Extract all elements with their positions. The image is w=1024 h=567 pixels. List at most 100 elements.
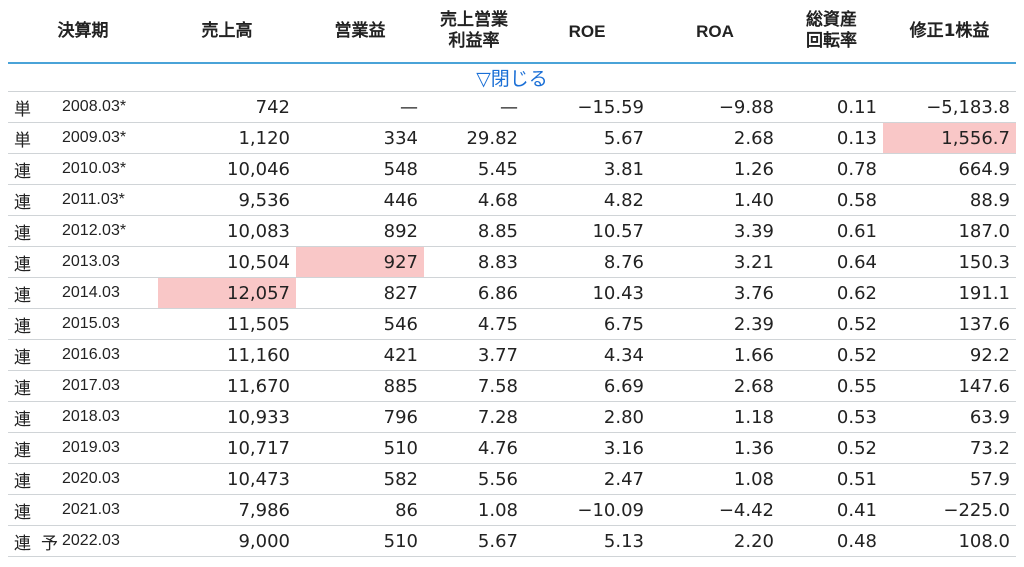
- cell-fiscal-period: 2020.03: [50, 463, 158, 495]
- cell-fiscal-period: 2019.03: [50, 432, 158, 464]
- consolidation-type-label: 連: [14, 223, 31, 244]
- table-row: 単 2009.03* 1,120 334 29.82 5.67 2.68 0.13 1,556.…: [8, 122, 1016, 154]
- header-row: 決算期 売上高 営業益 売上営業 利益率 ROE ROA 総資産 回転率 修正1…: [8, 0, 1016, 64]
- cell-roe: 8.76: [524, 246, 650, 278]
- cell-eps: 1,556.7: [883, 122, 1016, 154]
- cell-sales: 7,986: [158, 494, 296, 526]
- cell-sales: 10,083: [158, 215, 296, 247]
- cell-roe: 3.16: [524, 432, 650, 464]
- cell-sales: 9,536: [158, 184, 296, 216]
- cell-sales: 10,046: [158, 153, 296, 185]
- cell-op-margin: 5.56: [424, 463, 524, 495]
- cell-op-margin: —: [424, 91, 524, 123]
- cell-asset-turnover: 0.61: [780, 215, 883, 247]
- cell-roa: 2.68: [650, 122, 780, 154]
- cell-roe: 6.75: [524, 308, 650, 340]
- cell-roa: 1.40: [650, 184, 780, 216]
- header-period: 決算期: [8, 0, 158, 64]
- cell-asset-turnover: 0.48: [780, 525, 883, 557]
- cell-eps: 63.9: [883, 401, 1016, 433]
- cell-fiscal-period: 2013.03: [50, 246, 158, 278]
- cell-roa: 1.08: [650, 463, 780, 495]
- table-row: 連 2021.03 7,986 86 1.08 −10.09 −4.42 0.41 −225.0: [8, 494, 1016, 526]
- header-roe: ROE: [524, 0, 650, 64]
- cell-op-margin: 7.28: [424, 401, 524, 433]
- cell-roa: 2.20: [650, 525, 780, 557]
- close-toggle-link[interactable]: ▽閉じる: [8, 63, 1016, 92]
- header-asset-turnover: 総資産 回転率: [780, 0, 883, 64]
- cell-roe: 10.57: [524, 215, 650, 247]
- table-row: 単 2008.03* 742— — −15.59 −9.88 0.11 −5,183.8: [8, 91, 1016, 123]
- table-row: 連 2013.03 10,504 927 8.83 8.76 3.21 0.64 150.3: [8, 246, 1016, 278]
- consolidation-type-label: 連: [14, 192, 31, 213]
- cell-op-margin: 4.68: [424, 184, 524, 216]
- cell-fiscal-period: 2010.03*: [50, 153, 158, 185]
- cell-asset-turnover: 0.52: [780, 432, 883, 464]
- table-row: 連予 2022.03 9,000 510 5.67 5.13 2.20 0.48 108.0: [8, 525, 1016, 557]
- cell-asset-turnover: 0.52: [780, 308, 883, 340]
- cell-asset-turnover: 0.51: [780, 463, 883, 495]
- cell-operating-profit: 510: [296, 525, 424, 557]
- cell-consolidation-type: 連: [8, 494, 50, 526]
- cell-consolidation-type: 連: [8, 153, 50, 185]
- cell-operating-profit: 421: [296, 339, 424, 371]
- cell-eps: 57.9: [883, 463, 1016, 495]
- cell-sales: 11,505: [158, 308, 296, 340]
- cell-op-margin: 7.58: [424, 370, 524, 402]
- table-row: 連 2011.03* 9,536 446 4.68 4.82 1.40 0.58 88.9: [8, 184, 1016, 216]
- cell-sales: 742: [158, 91, 296, 123]
- cell-consolidation-type: 連予: [8, 525, 58, 557]
- consolidation-type-label: 単: [14, 99, 31, 120]
- cell-asset-turnover: 0.52: [780, 339, 883, 371]
- cell-op-margin: 5.45: [424, 153, 524, 185]
- cell-roe: 3.81: [524, 153, 650, 185]
- cell-operating-profit: —: [296, 91, 424, 123]
- cell-roa: 1.36: [650, 432, 780, 464]
- cell-fiscal-period: 2017.03: [50, 370, 158, 402]
- cell-roe: −15.59: [524, 91, 650, 123]
- table-body: 単 2008.03* 742— — −15.59 −9.88 0.11 −5,183.8 単 20…: [8, 91, 1016, 557]
- cell-roa: 2.68: [650, 370, 780, 402]
- table-header: 決算期 売上高 営業益 売上営業 利益率 ROE ROA 総資産 回転率 修正1…: [8, 0, 1016, 92]
- cell-roe: −10.09: [524, 494, 650, 526]
- cell-roe: 2.80: [524, 401, 650, 433]
- close-toggle-row: ▽閉じる: [8, 63, 1016, 92]
- cell-operating-profit: 86: [296, 494, 424, 526]
- cell-consolidation-type: 単: [8, 91, 50, 123]
- cell-consolidation-type: 連: [8, 432, 50, 464]
- table-row: 連 2016.03 11,160 421 3.77 4.34 1.66 0.52 92.2: [8, 339, 1016, 371]
- cell-consolidation-type: 連: [8, 277, 50, 309]
- header-op-margin-line2: 利益率: [448, 31, 500, 51]
- consolidation-type-label: 連: [14, 409, 31, 430]
- cell-asset-turnover: 0.58: [780, 184, 883, 216]
- cell-op-margin: 5.67: [424, 525, 524, 557]
- consolidation-type-label: 連: [14, 161, 31, 182]
- cell-consolidation-type: 連: [8, 370, 50, 402]
- cell-consolidation-type: 単: [8, 122, 50, 154]
- cell-roe: 2.47: [524, 463, 650, 495]
- cell-asset-turnover: 0.11: [780, 91, 883, 123]
- cell-asset-turnover: 0.62: [780, 277, 883, 309]
- cell-sales: 11,160: [158, 339, 296, 371]
- cell-eps: 92.2: [883, 339, 1016, 371]
- cell-roa: 1.66: [650, 339, 780, 371]
- header-turnover-line2: 回転率: [806, 31, 857, 51]
- cell-operating-profit: 885: [296, 370, 424, 402]
- cell-sales: 1,120: [158, 122, 296, 154]
- consolidation-type-label: 連: [14, 254, 31, 275]
- cell-fiscal-period: 2012.03*: [50, 215, 158, 247]
- cell-fiscal-period: 2018.03: [50, 401, 158, 433]
- cell-sales: 10,933: [158, 401, 296, 433]
- consolidation-type-label: 連: [14, 316, 31, 337]
- header-roa: ROA: [650, 0, 780, 64]
- cell-consolidation-type: 連: [8, 401, 50, 433]
- cell-eps: −225.0: [883, 494, 1016, 526]
- cell-operating-profit: 582: [296, 463, 424, 495]
- cell-roe: 5.67: [524, 122, 650, 154]
- consolidation-type-label: 単: [14, 130, 31, 151]
- cell-consolidation-type: 連: [8, 184, 50, 216]
- cell-roe: 6.69: [524, 370, 650, 402]
- cell-roa: −4.42: [650, 494, 780, 526]
- cell-op-margin: 8.83: [424, 246, 524, 278]
- cell-consolidation-type: 連: [8, 339, 50, 371]
